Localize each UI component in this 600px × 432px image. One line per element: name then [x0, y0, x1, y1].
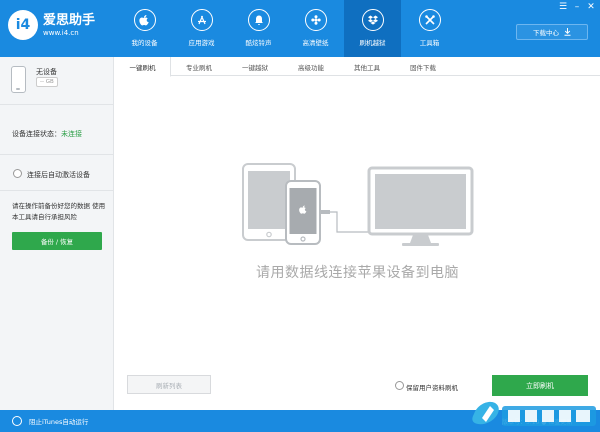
keep-data-radio[interactable] [395, 381, 404, 390]
tab-other-tools[interactable]: 其他工具 [339, 57, 395, 76]
tab-one-click-flash[interactable]: 一键刷机 [115, 57, 171, 77]
keep-data-label: 保留用户资料刷机 [406, 384, 458, 392]
nav-wallpapers[interactable]: 高清壁纸 [287, 0, 344, 57]
version-label[interactable]: 版本号：5.10 ● 检查更新 [502, 417, 572, 426]
close-icon[interactable]: ✕ [585, 2, 597, 13]
backup-restore-button[interactable]: 备份 / 恢复 [12, 232, 102, 250]
bell-icon [247, 9, 270, 31]
header: i4 爱思助手 www.i4.cn 我的设备 应用游戏 酷炫铃声 高清壁纸 刷机… [0, 0, 600, 57]
connect-device-message: 请用数据线连接苹果设备到电脑 [256, 265, 459, 281]
connection-status-value: 未连接 [61, 130, 82, 138]
refresh-list-button[interactable]: 刷新列表 [127, 375, 211, 394]
auto-activate-radio[interactable] [13, 169, 22, 178]
dropbox-icon [361, 9, 384, 31]
device-name: 无设备 [36, 68, 57, 76]
divider [0, 154, 113, 155]
phone-icon [11, 66, 26, 93]
minimize-icon[interactable]: – [571, 2, 583, 13]
top-nav: 我的设备 应用游戏 酷炫铃声 高清壁纸 刷机越狱 工具箱 [116, 0, 458, 57]
tab-firmware-download[interactable]: 固件下载 [395, 57, 451, 76]
apple-icon [133, 9, 156, 31]
app-url: www.i4.cn [43, 28, 79, 37]
app-store-icon [190, 9, 213, 31]
auto-activate-label: 连接后自动激活设备 [27, 171, 90, 179]
device-card: 无设备 -- GB [0, 57, 113, 105]
tab-advanced[interactable]: 高级功能 [283, 57, 339, 76]
app-name: 爱思助手 [43, 12, 96, 28]
download-center-button[interactable]: 下载中心 [516, 24, 588, 40]
nav-apps-games[interactable]: 应用游戏 [173, 0, 230, 57]
backup-warning: 请在操作前备份好您的数据 使用本工具请自行承担风险 [12, 202, 106, 221]
flower-icon [304, 9, 327, 31]
tab-one-click-jailbreak[interactable]: 一键越狱 [227, 57, 283, 76]
download-icon [564, 28, 571, 36]
block-itunes-radio[interactable] [12, 416, 22, 426]
block-itunes-label: 阻止iTunes自动运行 [29, 418, 89, 426]
window-controls: ☰ – ✕ [557, 2, 597, 13]
app-logo: i4 爱思助手 www.i4.cn [8, 10, 95, 40]
status-bar: 阻止iTunes自动运行 版本号：5.10 ● 检查更新 [0, 410, 600, 432]
function-tabs: 一键刷机 专业刷机 一键越狱 高级功能 其他工具 固件下载 [115, 57, 600, 77]
nav-flash-jailbreak[interactable]: 刷机越狱 [344, 0, 401, 57]
device-connect-illustration [242, 163, 474, 246]
flash-now-button[interactable]: 立即刷机 [492, 375, 588, 396]
connection-status: 设备连接状态：未连接 [12, 130, 82, 138]
logo-icon: i4 [8, 10, 38, 40]
device-capacity: -- GB [36, 77, 58, 87]
tab-pro-flash[interactable]: 专业刷机 [171, 57, 227, 76]
sidebar: 无设备 -- GB 设备连接状态：未连接 连接后自动激活设备 请在操作前备份好您… [0, 57, 114, 410]
main-panel: 请用数据线连接苹果设备到电脑 刷新列表 保留用户资料刷机 立即刷机 [115, 77, 600, 410]
iphone-icon [285, 180, 321, 245]
monitor-icon [367, 166, 474, 246]
nav-my-device[interactable]: 我的设备 [116, 0, 173, 57]
divider [0, 190, 113, 191]
nav-ringtones[interactable]: 酷炫铃声 [230, 0, 287, 57]
nav-toolbox[interactable]: 工具箱 [401, 0, 458, 57]
tools-icon [418, 9, 441, 31]
menu-icon[interactable]: ☰ [557, 2, 569, 13]
